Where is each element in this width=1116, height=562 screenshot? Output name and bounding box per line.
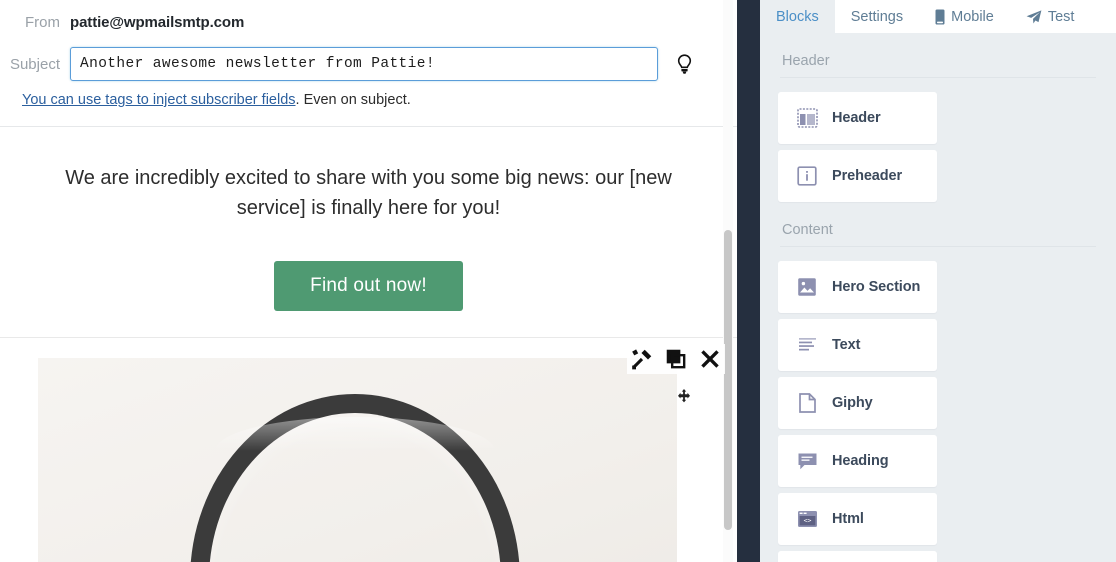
headphones-photo: [38, 358, 677, 562]
from-label: From: [25, 13, 60, 31]
block-card-header[interactable]: Header: [778, 92, 937, 144]
file-icon: [796, 392, 818, 414]
blocks-panel: Blocks Settings Mobile Test Header Heade…: [760, 0, 1116, 562]
speech-bubble-icon: [796, 450, 818, 472]
group-rule-content: [780, 246, 1096, 247]
settings-tool-button[interactable]: [629, 346, 655, 372]
tab-test[interactable]: Test: [1009, 0, 1091, 33]
group-rule-header: [780, 77, 1096, 78]
panel-body: Header Header Preheader Content Hero Sec…: [760, 33, 1116, 562]
block-card-heading[interactable]: Heading: [778, 435, 937, 487]
canvas-scrollbar[interactable]: [723, 0, 733, 562]
wrench-pencil-icon: [632, 349, 652, 370]
block-card-giphy[interactable]: Giphy: [778, 377, 937, 429]
tab-blocks[interactable]: Blocks: [760, 0, 835, 33]
block-grid-content: Hero Section Text Giphy Heading <> Html: [778, 261, 1098, 562]
from-value: pattie@wpmailsmtp.com: [70, 13, 245, 31]
block-card-text-label: Text: [832, 337, 861, 353]
tags-hint-rest: . Even on subject.: [295, 92, 411, 108]
subject-input[interactable]: [70, 47, 658, 81]
email-editor-canvas: From pattie@wpmailsmtp.com Subject Anoth…: [0, 0, 737, 562]
tab-mobile[interactable]: Mobile: [919, 0, 1010, 33]
sidebar-dark-strip: [737, 0, 760, 562]
block-card-heading-label: Heading: [832, 453, 889, 469]
delete-tool-button[interactable]: [697, 346, 723, 372]
tags-hint: You can use tags to inject subscriber fi…: [0, 92, 737, 108]
duplicate-icon: [666, 349, 686, 369]
block-card-html[interactable]: <> Html: [778, 493, 937, 545]
tags-hint-link[interactable]: You can use tags to inject subscriber fi…: [22, 92, 296, 108]
group-title-content: Content: [782, 222, 833, 238]
svg-text:<>: <>: [803, 517, 811, 525]
group-title-header: Header: [782, 53, 830, 69]
canvas-scrollbar-thumb[interactable]: [724, 230, 732, 530]
close-x-icon: [701, 350, 719, 368]
move-arrows-icon[interactable]: [677, 389, 691, 403]
block-card-preheader-label: Preheader: [832, 168, 903, 184]
text-lines-icon: [796, 334, 818, 356]
block-card-html-label: Html: [832, 511, 864, 527]
panel-tabs: Blocks Settings Mobile Test: [760, 0, 1116, 33]
block-card-header-label: Header: [832, 110, 881, 126]
block-card-giphy-label: Giphy: [832, 395, 873, 411]
email-cta-block[interactable]: Find out now!: [0, 233, 737, 367]
tab-blocks-label: Blocks: [776, 8, 819, 25]
duplicate-tool-button[interactable]: [663, 346, 689, 372]
from-row: From pattie@wpmailsmtp.com: [0, 4, 737, 40]
find-out-now-button[interactable]: Find out now!: [274, 261, 463, 311]
tab-test-label: Test: [1047, 8, 1075, 25]
lightbulb-icon: [676, 53, 693, 75]
mobile-phone-icon: [935, 9, 945, 25]
image-block-tools: [627, 344, 725, 374]
tab-settings-label: Settings: [850, 8, 904, 25]
email-text-block[interactable]: We are incredibly excited to share with …: [0, 127, 737, 233]
headphone-band: [190, 394, 520, 562]
email-image-photo: [38, 358, 677, 562]
email-image-block[interactable]: [0, 338, 737, 562]
layout-header-icon: [796, 107, 818, 129]
image-icon: [796, 276, 818, 298]
subject-row: Subject: [0, 42, 737, 86]
info-box-icon: [796, 165, 818, 187]
tab-settings[interactable]: Settings: [834, 0, 920, 33]
block-card-hero-section[interactable]: Hero Section: [778, 261, 937, 313]
email-builder-app: From pattie@wpmailsmtp.com Subject Anoth…: [0, 0, 1116, 562]
block-card-preheader[interactable]: Preheader: [778, 150, 937, 202]
block-card-hero-section-label: Hero Section: [832, 279, 921, 295]
email-meta-area: From pattie@wpmailsmtp.com Subject Anoth…: [0, 4, 737, 127]
paper-plane-icon: [1026, 9, 1042, 24]
email-text-content: We are incredibly excited to share with …: [65, 167, 672, 219]
tab-mobile-label: Mobile: [951, 8, 994, 25]
code-window-icon: <>: [796, 508, 818, 530]
subject-label: Subject: [9, 55, 60, 73]
block-card-call-to-action[interactable]: Call To Action: [778, 551, 937, 562]
tips-button[interactable]: [671, 49, 697, 79]
block-grid-header: Header Preheader: [778, 92, 1098, 202]
block-card-text[interactable]: Text: [778, 319, 937, 371]
